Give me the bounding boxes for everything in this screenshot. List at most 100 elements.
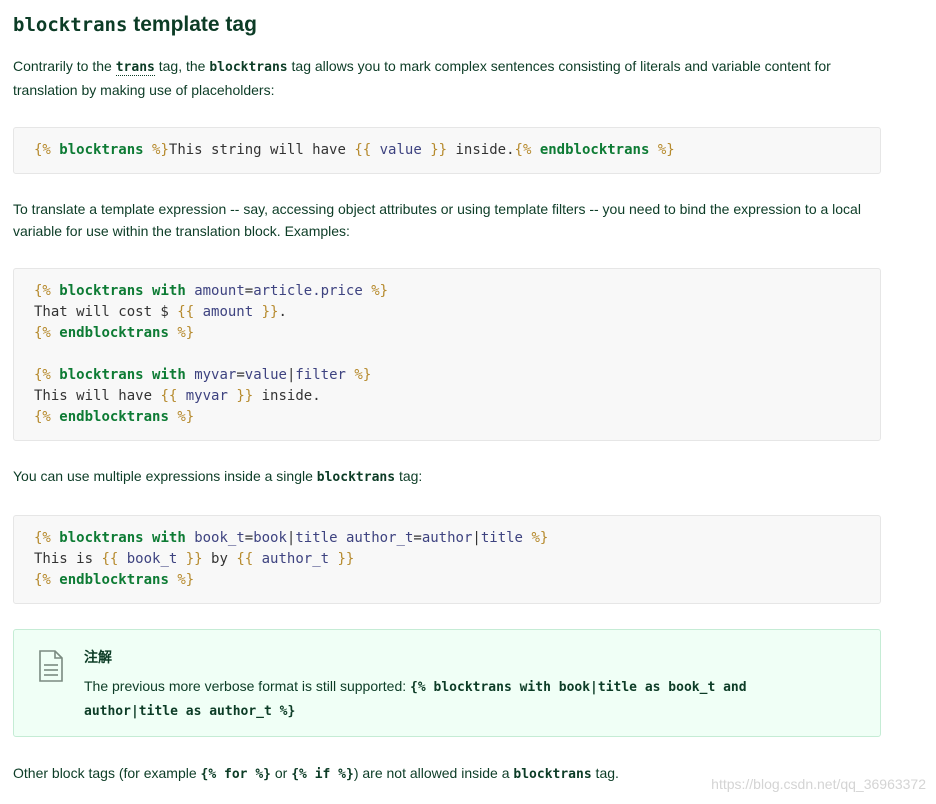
blocktrans-code: blocktrans bbox=[316, 470, 396, 485]
note-body: The previous more verbose format is stil… bbox=[84, 675, 804, 723]
heading-code: blocktrans bbox=[13, 14, 128, 36]
code-token: article.price bbox=[253, 283, 363, 299]
doc-content: blocktrans template tag Contrarily to th… bbox=[13, 0, 881, 786]
code-token: inside. bbox=[253, 388, 321, 404]
code-token: with bbox=[152, 283, 186, 299]
for-tag-code: {% for %} bbox=[200, 767, 271, 782]
paragraph-multiple-expressions: You can use multiple expressions inside … bbox=[13, 465, 881, 489]
code-token: This string will have bbox=[168, 142, 355, 158]
code-token: %} bbox=[177, 572, 195, 588]
code-token: }} bbox=[236, 388, 254, 404]
code-token: author bbox=[421, 530, 473, 546]
code-line: This will have {{ myvar }} inside. bbox=[34, 388, 321, 404]
intro-paragraph: Contrarily to the trans tag, the blocktr… bbox=[13, 55, 881, 101]
code-token: myvar bbox=[194, 367, 237, 383]
code-token: title bbox=[295, 530, 338, 546]
trans-link[interactable]: trans bbox=[115, 60, 155, 76]
code-token: %} bbox=[354, 367, 372, 383]
code-token: = bbox=[244, 530, 254, 546]
para3-text-1: You can use multiple expressions inside … bbox=[13, 468, 317, 484]
para4-text-2: or bbox=[270, 765, 292, 781]
code-line: This is {{ book_t }} by {{ author_t }} bbox=[34, 551, 354, 567]
code-token: endblocktrans bbox=[59, 325, 169, 341]
para4-text-3: ) are not allowed inside a bbox=[353, 765, 514, 781]
code-line: {% blocktrans with myvar=value|filter %} bbox=[34, 367, 371, 383]
code-token: {% bbox=[34, 572, 51, 588]
section-heading: blocktrans template tag bbox=[13, 12, 881, 38]
code-token: %} bbox=[177, 325, 195, 341]
code-line: {% endblocktrans %} bbox=[34, 325, 194, 341]
para3-text-2: tag: bbox=[395, 468, 423, 484]
para4-text-1: Other block tags (for example bbox=[13, 765, 201, 781]
note-text: The previous more verbose format is stil… bbox=[84, 678, 411, 694]
code-token: amount bbox=[202, 304, 254, 320]
code-line: {% blocktrans %}This string will have {{… bbox=[34, 142, 675, 158]
code-token: title bbox=[480, 530, 523, 546]
code-token: author_t bbox=[345, 530, 414, 546]
code-token: = bbox=[236, 367, 245, 383]
code-token: {% bbox=[34, 283, 51, 299]
code-line: {% endblocktrans %} bbox=[34, 572, 194, 588]
document-icon bbox=[38, 650, 64, 682]
code-token: myvar bbox=[185, 388, 228, 404]
code-token: }} bbox=[430, 142, 448, 158]
code-token: {% bbox=[34, 409, 51, 425]
code-token: value bbox=[379, 142, 422, 158]
note-box: 注解 The previous more verbose format is s… bbox=[13, 629, 881, 737]
code-line: {% blocktrans with book_t=book|title aut… bbox=[34, 530, 548, 546]
code-token: book_t bbox=[194, 530, 245, 546]
code-token: amount bbox=[194, 283, 245, 299]
blocktrans-code: blocktrans bbox=[513, 767, 592, 782]
code-token: {{ bbox=[160, 388, 178, 404]
code-token: {{ bbox=[177, 304, 195, 320]
code-line: That will cost $ {{ amount }}. bbox=[34, 304, 287, 320]
code-token: }} bbox=[185, 551, 203, 567]
paragraph-template-expression: To translate a template expression -- sa… bbox=[13, 201, 861, 239]
code-token: book_t bbox=[126, 551, 178, 567]
code-token: This is bbox=[34, 551, 102, 567]
code-token: endblocktrans bbox=[59, 572, 169, 588]
intro-text-1: Contrarily to the bbox=[13, 58, 116, 74]
code-token: {% bbox=[34, 530, 51, 546]
code-token: {{ bbox=[354, 142, 372, 158]
watermark: https://blog.csdn.net/qq_36963372 bbox=[711, 776, 926, 792]
code-token: }} bbox=[261, 304, 279, 320]
code-token: by bbox=[202, 551, 237, 567]
code-token: {{ bbox=[101, 551, 119, 567]
code-block-1: {% blocktrans %}This string will have {{… bbox=[13, 127, 881, 174]
code-token: %} bbox=[177, 409, 195, 425]
code-token: = bbox=[413, 530, 422, 546]
code-token: endblocktrans bbox=[539, 142, 650, 158]
code-token: %} bbox=[152, 142, 169, 158]
code-token: = bbox=[244, 283, 254, 299]
if-tag-code: {% if %} bbox=[291, 767, 354, 782]
code-token: }} bbox=[337, 551, 355, 567]
code-token: | bbox=[472, 530, 481, 546]
code-token: %} bbox=[531, 530, 549, 546]
code-token: %} bbox=[371, 283, 389, 299]
intro-text-2: tag, the bbox=[154, 58, 210, 74]
blocktrans-code: blocktrans bbox=[209, 60, 288, 75]
code-token: endblocktrans bbox=[59, 409, 169, 425]
code-token: filter bbox=[295, 367, 346, 383]
code-token: {% bbox=[514, 142, 532, 158]
code-line: {% endblocktrans %} bbox=[34, 409, 194, 425]
